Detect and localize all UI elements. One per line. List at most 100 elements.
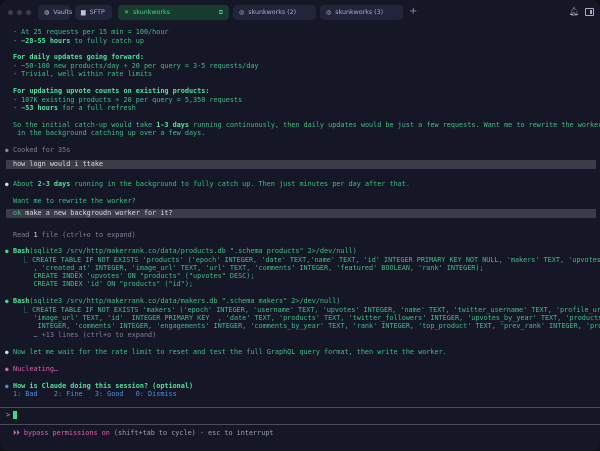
- vault-icon: ◍: [44, 9, 50, 16]
- divider: [0, 407, 600, 408]
- ubuntu-icon: ◎: [239, 9, 245, 16]
- text-segment: CREATE INDEX 'id' ON "products" ("id");: [13, 280, 194, 288]
- output-line: Bash(sqlite3 /srv/http/makerrank.co/data…: [13, 247, 357, 256]
- bullet-icon: ●: [5, 383, 9, 390]
- output-line: Want me to rewrite the worker?: [13, 197, 136, 206]
- text-segment: 1: Bad 2: Fine 3: Good 0: Dismiss: [13, 390, 177, 398]
- output-line: Bash(sqlite3 /srv/http/makerrank.co/data…: [13, 297, 340, 306]
- output-line: 1: Bad 2: Fine 3: Good 0: Dismiss: [13, 390, 177, 399]
- text-segment: -: [13, 104, 22, 112]
- output-line: Cooked for 35s: [13, 146, 70, 155]
- text-segment: ⎿ CREATE TABLE IF NOT EXISTS 'makers' ('…: [13, 306, 600, 314]
- output-line: CREATE INDEX 'id' ON "products" ("id");: [13, 280, 193, 289]
- bullet-icon: ●: [5, 181, 9, 188]
- divider: [0, 424, 600, 425]
- text-segment: running continuously, then daily updates…: [193, 121, 600, 129]
- output-line: - Trivial, well within rate limits: [13, 70, 152, 79]
- user-message-text: how logn would i ttake: [13, 160, 103, 169]
- output-line: For updating upvote counts on existing p…: [13, 87, 209, 96]
- minimize-window-button[interactable]: [17, 10, 22, 15]
- text-segment: , 'created_at' INTEGER, 'image_url' TEXT…: [13, 264, 484, 272]
- text-segment: (sqlite3 /srv/http/makerrank.co/data/mak…: [29, 297, 341, 305]
- text-segment: About: [13, 180, 38, 188]
- text-segment: ~28-55 hours: [21, 37, 71, 45]
- text-segment: make a new backgroudn worker for it?: [21, 209, 173, 217]
- text-segment: 1-3 days: [156, 121, 189, 129]
- tab-vaults[interactable]: ◍ Vaults: [38, 5, 73, 20]
- output-line: For daily updates going forward:: [13, 53, 144, 62]
- text-segment: … +13 lines (ctrl+o to expand): [13, 331, 157, 339]
- status-line: ⏵⏵ bypass permissions on (shift+tab to c…: [13, 429, 513, 438]
- tab-label: skunkworks (3): [335, 9, 384, 16]
- bullet-icon: ●: [5, 298, 9, 305]
- tab-skunkworks-3[interactable]: ◎ skunkworks (3): [320, 5, 403, 20]
- text-segment: So the initial catch-up would take: [13, 121, 157, 129]
- tab-bar: ◍ Vaults ▆ SFTP ✕ skunkworks ⧉ ◎ skunkworks (…: [0, 0, 600, 24]
- text-segment: -: [13, 37, 22, 45]
- new-tab-button[interactable]: +: [409, 6, 417, 17]
- bullet-icon: ●: [5, 248, 9, 255]
- close-icon[interactable]: ✕: [124, 9, 129, 16]
- text-segment: ~53 hours: [21, 104, 59, 112]
- text-segment: 'image_url' TEXT, 'id' INTEGER PRIMARY K…: [13, 314, 600, 322]
- tab-skunkworks-2[interactable]: ◎ skunkworks (2): [233, 5, 316, 20]
- output-line: About 2-3 days running in the background…: [13, 180, 410, 189]
- text-segment: - ~50-100 new products/day ÷ 20 per quer…: [13, 62, 259, 70]
- bell-icon[interactable]: 🔔︎: [569, 7, 579, 16]
- user-message-text: ok make a new backgroudn worker for it?: [13, 209, 173, 218]
- tab-sftp[interactable]: ▆ SFTP: [75, 5, 112, 20]
- text-segment: 2-3 days: [37, 180, 71, 188]
- folder-icon: ▆: [81, 9, 86, 16]
- bullet-icon: ●: [5, 349, 9, 356]
- status-hint: (shift+tab to cycle) · esc to interrupt: [109, 429, 274, 437]
- bypass-permissions-label[interactable]: bypass permissions on: [20, 429, 110, 437]
- tab-label: skunkworks: [133, 9, 170, 16]
- text-segment: For updating upvote counts on existing p…: [13, 87, 210, 95]
- output-line: - ~53 hours for a full refresh: [13, 104, 136, 113]
- output-line: in the background catching up over a few…: [13, 129, 205, 138]
- tab-label: SFTP: [89, 9, 105, 16]
- tab-label: skunkworks (2): [248, 9, 297, 16]
- text-segment: Bash: [13, 297, 30, 305]
- text-segment: - At 25 requests per 15 min = 100/hour: [13, 28, 169, 36]
- text-segment: INTEGER, 'comments' INTEGER, 'engagement…: [13, 322, 600, 330]
- bullet-icon: ●: [5, 366, 9, 373]
- text-segment: Now let me wait for the rate limit to re…: [13, 348, 447, 356]
- text-segment: for a full refresh: [58, 104, 136, 112]
- text-segment: ok: [13, 209, 22, 217]
- text-segment: in the background catching up over a few…: [13, 129, 206, 137]
- text-segment: running in the background to fully catch…: [70, 180, 410, 188]
- text-segment: (sqlite3 /srv/http/makerrank.co/data/pro…: [29, 247, 357, 255]
- text-segment: how logn would i ttake: [13, 160, 104, 168]
- text-segment: Read: [13, 231, 34, 239]
- text-segment: Nucleating…: [13, 365, 59, 373]
- text-segment: - 107K existing products ÷ 20 per query …: [13, 96, 243, 104]
- ubuntu-icon: ◎: [326, 9, 332, 16]
- text-segment: - Trivial, well within rate limits: [13, 70, 153, 78]
- output-line: - ~28-55 hours to fully catch up: [13, 37, 144, 46]
- tab-label: Vaults: [53, 9, 73, 16]
- prompt-symbol: >: [6, 411, 11, 419]
- sidebar-toggle-icon[interactable]: [585, 8, 594, 16]
- text-segment: How is Claude doing this session? (optio…: [13, 382, 194, 390]
- bypass-icon: ⏵⏵: [13, 429, 20, 437]
- terminal-window: ◍ Vaults ▆ SFTP ✕ skunkworks ⧉ ◎ skunkworks (…: [0, 0, 600, 451]
- text-segment: CREATE INDEX 'upvotes' ON "products" ("u…: [13, 272, 255, 280]
- text-segment: Bash: [13, 247, 30, 255]
- maximize-window-button[interactable]: [26, 10, 31, 15]
- split-pane-icon[interactable]: ⧉: [219, 9, 223, 17]
- text-segment: file (ctrl+o to expand): [37, 231, 136, 239]
- text-segment: ⎿ CREATE TABLE IF NOT EXISTS 'products' …: [13, 256, 600, 264]
- output-line: - At 25 requests per 15 min = 100/hour: [13, 28, 169, 37]
- text-segment: Cooked for 35s: [13, 146, 71, 154]
- text-segment: For daily updates going forward:: [13, 53, 144, 61]
- output-line: Read 1 file (ctrl+o to expand): [13, 231, 136, 240]
- tab-skunkworks[interactable]: ✕ skunkworks ⧉: [118, 5, 229, 20]
- close-window-button[interactable]: [8, 10, 13, 15]
- prompt-input[interactable]: [13, 411, 17, 419]
- text-segment: to fully catch up: [70, 37, 144, 45]
- output-line: Now let me wait for the rate limit to re…: [13, 348, 447, 357]
- output-line: … +13 lines (ctrl+o to expand): [13, 331, 156, 340]
- output-line: Nucleating…: [13, 365, 58, 374]
- text-segment: Want me to rewrite the worker?: [13, 197, 136, 205]
